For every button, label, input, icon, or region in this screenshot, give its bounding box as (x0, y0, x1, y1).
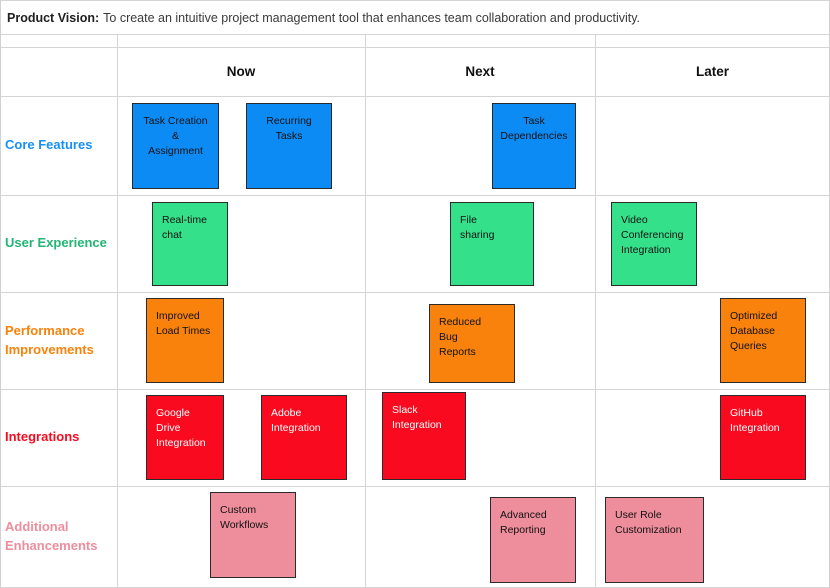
roadmap-card[interactable]: Google Drive Integration (146, 395, 224, 480)
row-label-1: User Experience (5, 235, 107, 251)
grid-hline (0, 34, 830, 35)
grid-hline (0, 96, 830, 97)
row-label-3: Integrations (5, 429, 80, 445)
roadmap-card[interactable]: Real-time chat (152, 202, 228, 286)
grid-vline (0, 34, 1, 587)
roadmap-card[interactable]: Optimized Database Queries (720, 298, 806, 383)
grid-vline (365, 34, 366, 587)
product-vision-banner: Product Vision: To create an intuitive p… (0, 1, 830, 34)
row-label-0: Core Features (5, 137, 93, 153)
roadmap-card[interactable]: Video Conferencing Integration (611, 202, 697, 286)
column-header-later: Later (695, 64, 729, 79)
roadmap-card[interactable]: Task Dependencies (492, 103, 576, 189)
row-label-4: Additional Enhancements (5, 519, 98, 553)
grid-hline (0, 486, 830, 487)
product-vision-text: To create an intuitive project managemen… (103, 10, 641, 25)
roadmap-card[interactable]: Reduced Bug Reports (429, 304, 515, 383)
product-roadmap: Product Vision: To create an intuitive p… (0, 0, 830, 588)
grid-hline (0, 389, 830, 390)
grid-hline (0, 195, 830, 196)
column-header-now: Now (226, 64, 256, 79)
roadmap-card[interactable]: GitHub Integration (720, 395, 806, 480)
grid-vline (117, 34, 118, 587)
roadmap-card[interactable]: Improved Load Times (146, 298, 224, 383)
column-header-next: Next (465, 64, 495, 79)
roadmap-card[interactable]: User Role Customization (605, 497, 704, 583)
roadmap-card[interactable]: File sharing (450, 202, 534, 286)
product-vision-label: Product Vision: (7, 10, 100, 25)
roadmap-card[interactable]: Recurring Tasks (246, 103, 332, 189)
grid-hline (0, 0, 830, 1)
row-label-2: Performance Improvements (5, 322, 94, 357)
grid-hline (0, 292, 830, 293)
roadmap-card[interactable]: Task Creation & Assignment (132, 103, 219, 189)
roadmap-card[interactable]: Slack Integration (382, 392, 466, 480)
roadmap-card[interactable]: Advanced Reporting (490, 497, 576, 583)
grid-vline (0, 0, 1, 34)
roadmap-card[interactable]: Custom Workflows (210, 492, 296, 578)
grid-vline (595, 34, 596, 587)
roadmap-card[interactable]: Adobe Integration (261, 395, 347, 480)
